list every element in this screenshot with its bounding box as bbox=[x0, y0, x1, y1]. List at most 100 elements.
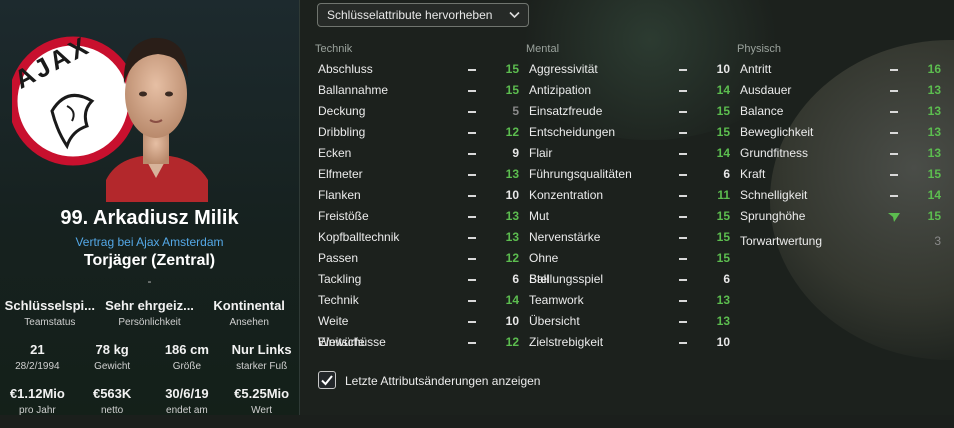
attribute-row[interactable]: Balance 13 bbox=[737, 101, 941, 122]
attribute-row[interactable]: Kraft 15 bbox=[737, 164, 941, 185]
attribute-row[interactable]: Konzentration 11 bbox=[526, 185, 730, 206]
attribute-row[interactable]: Führungsqualitäten 6 bbox=[526, 164, 730, 185]
attribute-value: 15 bbox=[716, 251, 730, 265]
trend-flat-icon bbox=[468, 195, 476, 197]
attribute-row[interactable]: Flair 14 bbox=[526, 143, 730, 164]
trend-flat-icon bbox=[890, 69, 898, 71]
attribute-value: 15 bbox=[505, 62, 519, 76]
attribute-value: 13 bbox=[505, 209, 519, 223]
attribute-row[interactable]: Ballannahme 15 bbox=[315, 80, 519, 101]
attribute-value: 15 bbox=[716, 125, 730, 139]
attribute-name: Aggressivität bbox=[529, 62, 598, 76]
attribute-row[interactable]: Übersicht 13 bbox=[526, 311, 730, 332]
attribute-row[interactable]: Aggressivität 10 bbox=[526, 59, 730, 80]
attribute-name: Konzentration bbox=[529, 188, 604, 202]
attribute-row[interactable]: Teamwork 13 bbox=[526, 290, 730, 311]
attribute-name: Passen bbox=[318, 251, 359, 265]
attribute-name: Abschluss bbox=[318, 62, 373, 76]
trend-flat-icon bbox=[679, 90, 687, 92]
attribute-value: 9 bbox=[512, 146, 519, 160]
attribute-row[interactable]: Nervenstärke 15 bbox=[526, 227, 730, 248]
team-status[interactable]: Schlüsselspi... Teamstatus bbox=[0, 296, 100, 340]
attribute-value: 6 bbox=[512, 272, 519, 286]
attribute-row[interactable]: Weitschüsse 12 bbox=[315, 332, 519, 353]
attribute-value: 15 bbox=[505, 83, 519, 97]
attribute-name: Ausdauer bbox=[740, 83, 792, 97]
attribute-row[interactable]: Entscheidungen 15 bbox=[526, 122, 730, 143]
attribute-name: Entscheidungen bbox=[529, 125, 616, 139]
personality[interactable]: Sehr ehrgeiz... Persönlichkeit bbox=[100, 296, 200, 340]
trend-flat-icon bbox=[468, 216, 476, 218]
attribute-name: Teamwork bbox=[529, 293, 584, 307]
attribute-value: 5 bbox=[512, 104, 519, 118]
trend-flat-icon bbox=[679, 69, 687, 71]
attribute-row[interactable]: Schnelligkeit 14 bbox=[737, 185, 941, 206]
attribute-value: 13 bbox=[927, 104, 941, 118]
attribute-name: Nervenstärke bbox=[529, 230, 601, 244]
attribute-value: 16 bbox=[927, 62, 941, 76]
attribute-row[interactable]: Stellungsspiel 6 bbox=[526, 269, 730, 290]
attribute-row[interactable]: Beweglichkeit 13 bbox=[737, 122, 941, 143]
trend-flat-icon bbox=[468, 279, 476, 281]
trend-flat-icon bbox=[468, 132, 476, 134]
attribute-row[interactable]: Ecken 9 bbox=[315, 143, 519, 164]
attribute-value: 15 bbox=[716, 209, 730, 223]
attribute-value: 14 bbox=[927, 188, 941, 202]
attribute-row[interactable]: Mut 15 bbox=[526, 206, 730, 227]
attribute-name: Balance bbox=[740, 104, 784, 118]
attribute-name: Grundfitness bbox=[740, 146, 809, 160]
attribute-value: 13 bbox=[716, 314, 730, 328]
wage-net: €563K netto bbox=[92, 386, 132, 416]
column-title: Physisch bbox=[737, 43, 782, 55]
attribute-row[interactable]: Antizipation 14 bbox=[526, 80, 730, 101]
checkbox-label: Letzte Attributsänderungen anzeigen bbox=[345, 374, 541, 388]
attribute-row[interactable]: Passen 12 bbox=[315, 248, 519, 269]
attribute-name: Beweglichkeit bbox=[740, 125, 814, 139]
contract-link[interactable]: Vertrag bei Ajax Amsterdam bbox=[0, 235, 299, 249]
attribute-row[interactable]: Deckung 5 bbox=[315, 101, 519, 122]
attribute-row[interactable]: Flanken 10 bbox=[315, 185, 519, 206]
attribute-value: 15 bbox=[716, 104, 730, 118]
attribute-row[interactable]: Freistöße 13 bbox=[315, 206, 519, 227]
attribute-row[interactable]: Weite Einwürfe 10 bbox=[315, 311, 519, 349]
trend-flat-icon bbox=[468, 69, 476, 71]
checkmark-icon bbox=[321, 375, 333, 386]
attribute-name: Sprunghöhe bbox=[740, 209, 806, 223]
trend-flat-icon bbox=[679, 237, 687, 239]
attribute-name: Dribbling bbox=[318, 125, 366, 139]
reputation[interactable]: Kontinental Ansehen bbox=[199, 296, 299, 340]
trend-flat-icon bbox=[468, 111, 476, 113]
attribute-row[interactable]: Grundfitness 13 bbox=[737, 143, 941, 164]
attribute-name: Elfmeter bbox=[318, 167, 363, 181]
trend-flat-icon bbox=[468, 153, 476, 155]
attribute-value: 15 bbox=[927, 167, 941, 181]
attribute-row[interactable]: Technik 14 bbox=[315, 290, 519, 311]
attribute-row[interactable]: Zielstrebigkeit 10 bbox=[526, 332, 730, 353]
market-value: €5.25Mio Wert bbox=[234, 386, 290, 416]
attribute-value: 14 bbox=[505, 293, 519, 307]
attribute-row[interactable]: Abschluss 15 bbox=[315, 59, 519, 80]
attribute-row[interactable]: Antritt 16 bbox=[737, 59, 941, 80]
dropdown-label: Schlüsselattribute hervorheben bbox=[327, 8, 493, 22]
attribute-name: Antritt bbox=[740, 62, 772, 76]
attribute-row[interactable]: Dribbling 12 bbox=[315, 122, 519, 143]
attribute-row[interactable]: Elfmeter 13 bbox=[315, 164, 519, 185]
trend-flat-icon bbox=[468, 237, 476, 239]
goalkeeper-rating-row[interactable]: Torwartwertung 3 bbox=[737, 231, 941, 252]
attribute-row[interactable]: Ohne Ball 15 bbox=[526, 248, 730, 286]
attribute-row[interactable]: Ausdauer 13 bbox=[737, 80, 941, 101]
trend-flat-icon bbox=[679, 216, 687, 218]
trend-flat-icon bbox=[890, 174, 898, 176]
attribute-name: Flanken bbox=[318, 188, 361, 202]
attribute-value: 13 bbox=[927, 125, 941, 139]
contract-end: 30/6/19 endet am bbox=[165, 386, 209, 416]
attribute-row[interactable]: Kopfballtechnik 13 bbox=[315, 227, 519, 248]
trend-flat-icon bbox=[679, 174, 687, 176]
checkbox[interactable] bbox=[318, 371, 336, 389]
highlight-attributes-dropdown[interactable]: Schlüsselattribute hervorheben bbox=[317, 3, 529, 27]
attribute-row[interactable]: Tackling 6 bbox=[315, 269, 519, 290]
trend-up-icon bbox=[888, 213, 900, 222]
attribute-row[interactable]: Einsatzfreude 15 bbox=[526, 101, 730, 122]
attribute-row[interactable]: Sprunghöhe 15 bbox=[737, 206, 941, 227]
trend-flat-icon bbox=[468, 258, 476, 260]
